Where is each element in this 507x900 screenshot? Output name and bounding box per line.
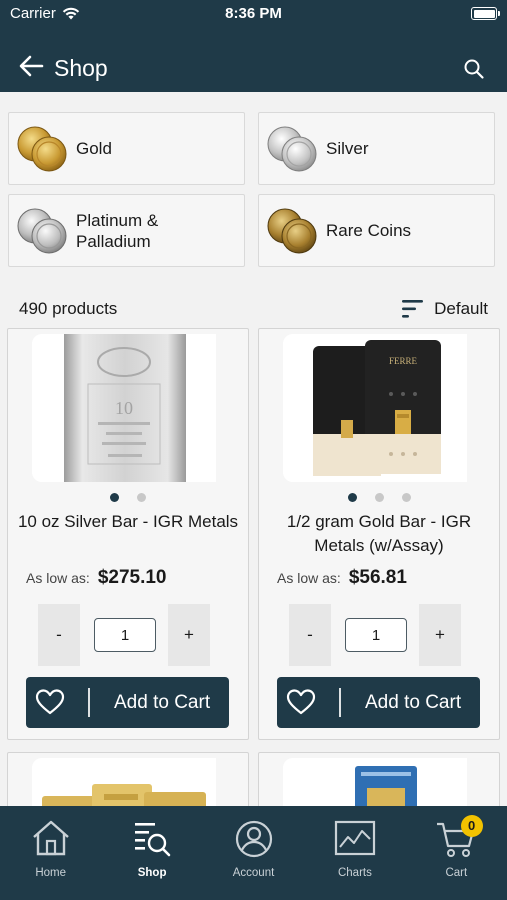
product-count: 490 products xyxy=(19,299,118,318)
add-to-cart-button[interactable]: Add to Cart xyxy=(26,677,229,728)
tab-label: Account xyxy=(232,867,275,879)
tab-bar: Home Shop Account Charts 0 Cart xyxy=(0,806,507,900)
product-card[interactable]: 10 10 oz Silver Bar - IGR Metals As low … xyxy=(7,328,249,740)
product-name[interactable]: 1/2 gram Gold Bar - IGR Metals (w/Assay) xyxy=(265,510,493,558)
tab-label: Home xyxy=(35,867,67,879)
tab-account[interactable]: Account xyxy=(203,806,304,900)
clock: 8:36 PM xyxy=(225,5,282,22)
product-price: As low as: $56.81 xyxy=(277,567,407,589)
pager-dot[interactable] xyxy=(137,493,146,502)
category-platinum-palladium[interactable]: Platinum & Palladium xyxy=(8,194,245,267)
navigation-bar: Shop xyxy=(0,28,507,92)
decrease-quantity-button[interactable]: - xyxy=(289,604,331,666)
product-image[interactable] xyxy=(283,758,467,806)
increase-quantity-button[interactable]: + xyxy=(419,604,461,666)
quantity-input[interactable] xyxy=(94,618,156,652)
gold-bar-card-image: FERRE xyxy=(283,334,467,482)
pager-dot[interactable] xyxy=(374,493,384,502)
tab-label: Charts xyxy=(337,867,372,879)
silver-bar-image: 10 xyxy=(32,334,216,482)
home-icon xyxy=(32,820,69,856)
product-image[interactable] xyxy=(32,758,216,806)
add-to-cart-label: Add to Cart xyxy=(114,692,211,713)
tab-shop[interactable]: Shop xyxy=(101,806,202,900)
product-name[interactable]: 10 oz Silver Bar - IGR Metals xyxy=(14,510,242,534)
tab-home[interactable]: Home xyxy=(0,806,101,900)
platinum-coins-icon xyxy=(17,208,67,253)
category-label: Silver xyxy=(326,139,369,158)
pager-dot[interactable] xyxy=(401,493,411,502)
sort-icon xyxy=(402,300,424,318)
tab-cart[interactable]: 0 Cart xyxy=(406,806,507,900)
product-image[interactable]: FERRE xyxy=(283,334,467,482)
category-label: Platinum & Palladium xyxy=(76,210,159,251)
gold-coins-icon xyxy=(17,126,67,171)
cart-count-badge: 0 xyxy=(460,815,483,837)
product-card[interactable]: FERRE 1/2 gram Gold Bar - IGR Metals (w/… xyxy=(258,328,500,740)
gold-bars-image xyxy=(32,758,216,806)
pager-dot[interactable] xyxy=(347,493,357,502)
charts-icon xyxy=(334,820,376,856)
category-silver[interactable]: Silver xyxy=(258,112,495,185)
product-card[interactable] xyxy=(258,752,500,806)
product-image[interactable]: 10 xyxy=(32,334,216,482)
price-label: As low as: xyxy=(277,570,341,586)
category-gold[interactable]: Gold xyxy=(8,112,245,185)
account-icon xyxy=(235,820,272,858)
button-divider xyxy=(88,688,90,717)
product-card[interactable] xyxy=(7,752,249,806)
sort-label: Default xyxy=(434,299,488,318)
search-icon[interactable] xyxy=(463,58,485,80)
page-title: Shop xyxy=(54,55,108,81)
tab-charts[interactable]: Charts xyxy=(304,806,405,900)
status-bar: Carrier 8:36 PM xyxy=(0,0,507,28)
button-divider xyxy=(339,688,341,717)
rare-coins-icon xyxy=(267,208,317,253)
quantity-stepper: - + xyxy=(289,604,461,666)
decrease-quantity-button[interactable]: - xyxy=(38,604,80,666)
increase-quantity-button[interactable]: + xyxy=(168,604,210,666)
arrow-left-icon[interactable] xyxy=(18,54,44,78)
gold-card-image xyxy=(283,758,467,806)
svg-text:10: 10 xyxy=(115,398,133,418)
silver-coins-icon xyxy=(267,126,317,171)
quantity-stepper: - + xyxy=(38,604,210,666)
quantity-input[interactable] xyxy=(345,618,407,652)
heart-icon[interactable] xyxy=(286,688,316,716)
shop-content: Gold Silver Platinum & Palladium Rare Co… xyxy=(0,92,507,806)
sort-button[interactable]: Default xyxy=(402,299,488,319)
image-pager xyxy=(8,493,248,502)
category-label: Rare Coins xyxy=(326,221,412,240)
price-label: As low as: xyxy=(26,570,90,586)
heart-icon[interactable] xyxy=(35,688,65,716)
pager-dot[interactable] xyxy=(110,493,119,502)
results-toolbar: 490 products Default xyxy=(19,297,488,321)
price-value: $275.10 xyxy=(97,567,167,588)
category-label: Gold xyxy=(76,139,112,158)
battery-icon xyxy=(471,7,500,20)
add-to-cart-button[interactable]: Add to Cart xyxy=(277,677,480,728)
category-rare-coins[interactable]: Rare Coins xyxy=(258,194,495,267)
svg-text:FERRE: FERRE xyxy=(389,356,418,366)
price-value: $56.81 xyxy=(348,567,407,588)
tab-label: Shop xyxy=(137,867,167,879)
tab-label: Cart xyxy=(445,867,468,879)
add-to-cart-label: Add to Cart xyxy=(365,692,462,713)
image-pager xyxy=(259,493,499,502)
product-price: As low as: $275.10 xyxy=(26,567,167,589)
shop-icon xyxy=(135,823,171,857)
